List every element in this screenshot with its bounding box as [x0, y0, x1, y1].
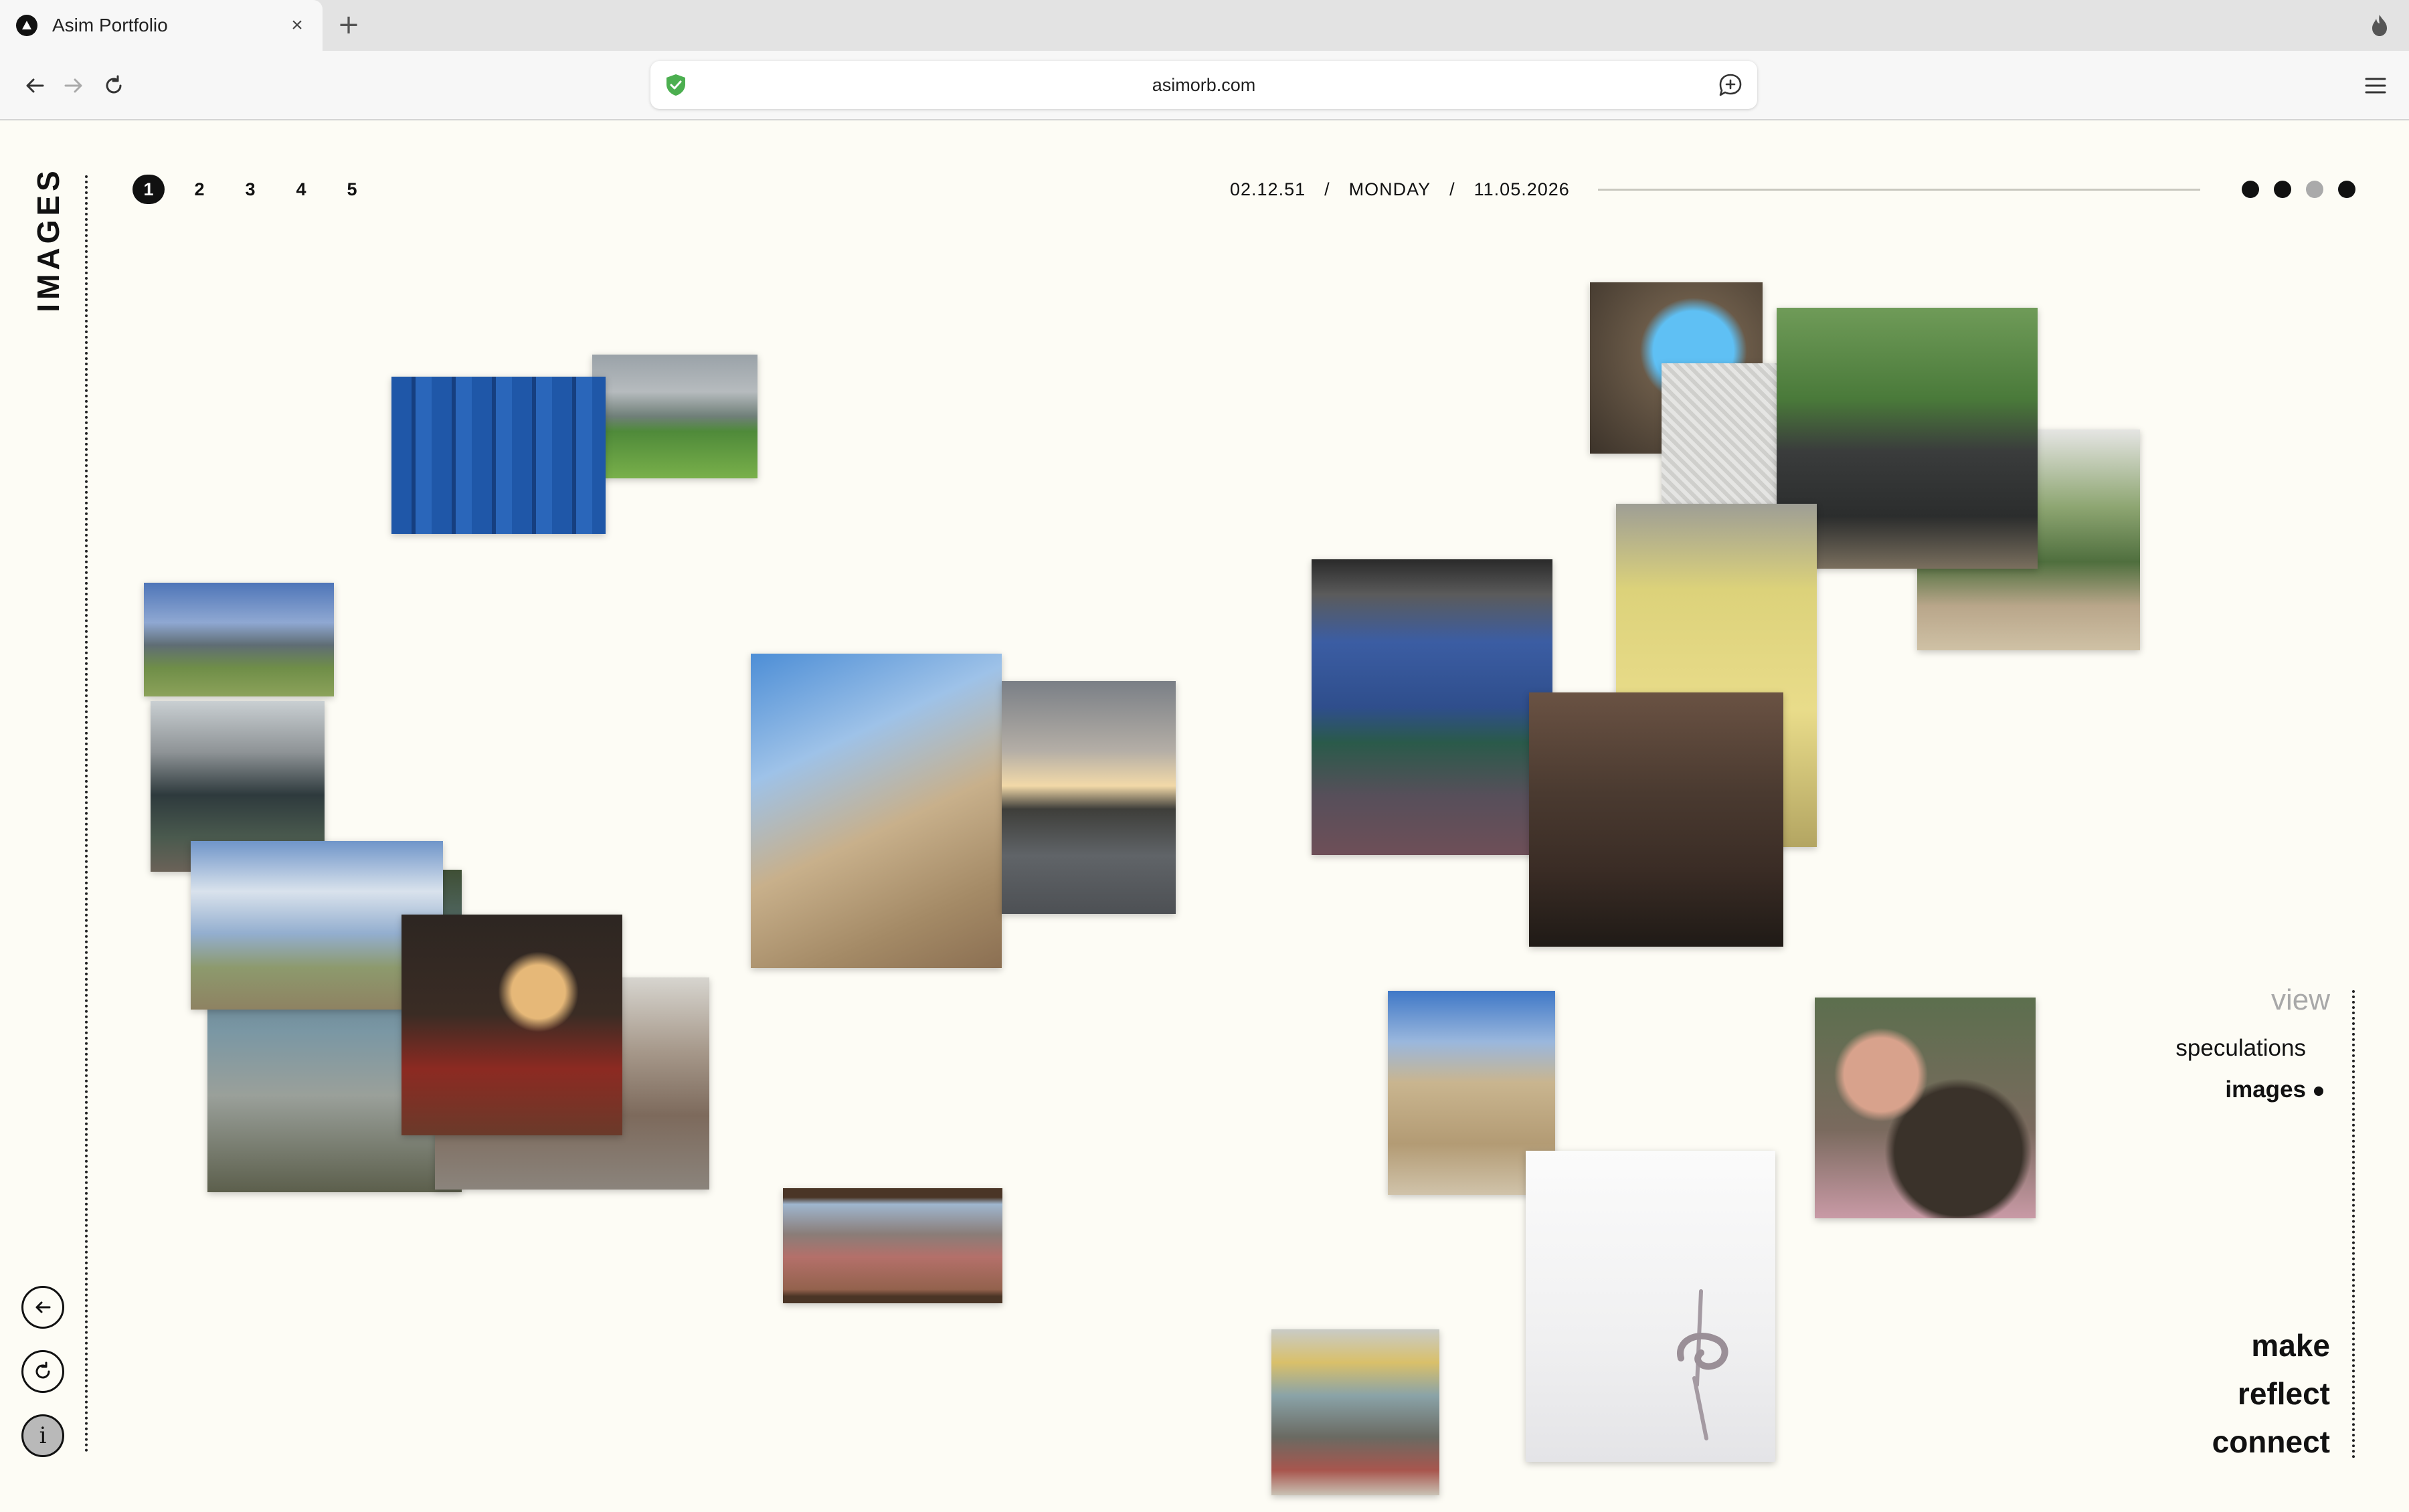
photo-cafeteria[interactable]: [1271, 1329, 1439, 1495]
page-5-button[interactable]: 5: [336, 175, 368, 204]
page-4-button[interactable]: 4: [285, 175, 317, 204]
right-divider: [2352, 990, 2355, 1458]
tab-bar: Asim Portfolio × +: [0, 0, 2409, 51]
browser-tab[interactable]: Asim Portfolio ×: [0, 0, 323, 51]
tab-title: Asim Portfolio: [52, 15, 168, 35]
url-text[interactable]: asimorb.com: [650, 61, 1757, 109]
photo-fri-assange-sign[interactable]: [1312, 559, 1552, 855]
refresh-icon: [35, 1361, 50, 1379]
header-rule: [1598, 189, 2200, 191]
indicator-dots: [2242, 181, 2370, 198]
forward-button[interactable]: [56, 68, 91, 103]
reload-icon: [106, 75, 122, 94]
nav-images-label: images: [2225, 1076, 2306, 1103]
page-3-button[interactable]: 3: [234, 175, 266, 204]
photo-white-sculpture[interactable]: [1526, 1151, 1775, 1462]
photo-red-armchair-room[interactable]: [402, 915, 622, 1135]
site-favicon-icon: [16, 15, 37, 36]
photo-sunset-water[interactable]: [1002, 681, 1176, 914]
section-title-text: IMAGES: [31, 167, 66, 312]
date-weekday: MONDAY: [1348, 179, 1431, 199]
address-bar[interactable]: asimorb.com: [650, 61, 1757, 109]
left-divider: [85, 175, 88, 1453]
connect-link[interactable]: connect: [2212, 1418, 2330, 1466]
flame-icon[interactable]: [2366, 12, 2393, 39]
active-bullet-icon: [2314, 1086, 2323, 1096]
photo-stone-building[interactable]: [751, 654, 1002, 968]
back-arrow-button[interactable]: [21, 1286, 64, 1329]
photo-jazz-band[interactable]: [1529, 692, 1783, 947]
info-icon: i: [39, 1422, 47, 1449]
nav-speculations-link[interactable]: speculations: [2175, 1028, 2306, 1069]
refresh-button[interactable]: [21, 1350, 64, 1393]
arrow-left-icon: [35, 1301, 51, 1313]
photo-alpine-meadow[interactable]: [592, 355, 757, 478]
new-tab-button[interactable]: +: [333, 9, 364, 40]
back-arrow-icon: [26, 78, 44, 93]
reload-button[interactable]: [96, 68, 131, 103]
indicator-dot[interactable]: [2338, 181, 2355, 198]
tab-close-icon[interactable]: ×: [285, 13, 309, 37]
pagination: 1 2 3 4 5: [132, 173, 387, 205]
sculpture-shape-icon: [1677, 1289, 1728, 1440]
nav-images-link[interactable]: images: [2175, 1069, 2323, 1111]
chat-plus-icon[interactable]: [1717, 72, 1744, 98]
photo-framed-window-view[interactable]: [783, 1188, 1002, 1303]
info-button[interactable]: i: [21, 1414, 64, 1457]
view-label: view: [2270, 983, 2330, 1016]
indicator-dot[interactable]: [2306, 181, 2323, 198]
indicator-dot[interactable]: [2274, 181, 2291, 198]
date-right: 11.05.2026: [1474, 179, 1570, 199]
indicator-dot[interactable]: [2242, 181, 2259, 198]
photo-man-with-dog[interactable]: [1815, 998, 2036, 1218]
page-1-button[interactable]: 1: [132, 175, 165, 204]
dateline: 02.12.51 / MONDAY / 11.05.2026: [1230, 175, 1570, 203]
forward-arrow-icon: [64, 78, 82, 93]
back-button[interactable]: [17, 68, 52, 103]
date-separator: /: [1324, 179, 1330, 199]
make-link[interactable]: make: [2212, 1321, 2330, 1369]
action-links: make reflect connect: [2212, 1321, 2330, 1466]
reflect-link[interactable]: reflect: [2212, 1369, 2330, 1418]
hamburger-menu-icon[interactable]: [2359, 70, 2392, 102]
date-left: 02.12.51: [1230, 179, 1306, 199]
photo-mountain-church[interactable]: [144, 583, 334, 696]
navigation-bar: asimorb.com: [0, 51, 2409, 120]
view-navigation: view speculations images: [2175, 983, 2330, 1111]
section-title: IMAGES: [28, 167, 68, 312]
photo-white-texture[interactable]: [1662, 363, 1777, 517]
page-2-button[interactable]: 2: [183, 175, 215, 204]
date-separator: /: [1449, 179, 1455, 199]
photo-blue-shipping-container[interactable]: [391, 377, 606, 534]
